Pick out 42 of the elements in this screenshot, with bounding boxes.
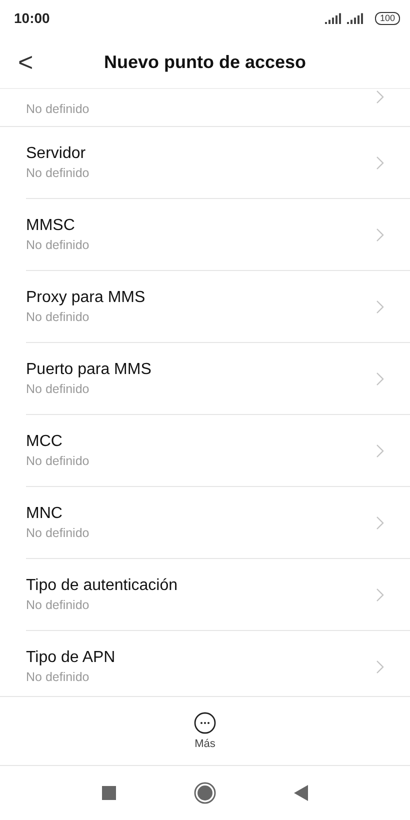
page-title: Nuevo punto de acceso (104, 52, 306, 72)
item-title: Tipo de autenticación (26, 577, 178, 595)
chevron-icon (376, 156, 384, 170)
item-subtitle: No definido (26, 670, 90, 684)
home-icon[interactable] (194, 782, 216, 804)
chevron-icon (376, 300, 384, 314)
item-title: MMSC (26, 217, 76, 235)
chevron-icon (376, 228, 384, 242)
item-subtitle: No definido (26, 382, 90, 396)
item-title: Tipo de APN (26, 649, 116, 667)
item-title: Proxy para MMS (26, 289, 146, 307)
item-subtitle: No definido (26, 526, 90, 540)
status-time: 10:00 (14, 10, 51, 26)
settings-item[interactable]: MCC No definido (26, 415, 410, 487)
item-subtitle: No definido (26, 238, 90, 252)
item-title: MCC (26, 433, 64, 451)
item-subtitle: No definido (26, 166, 90, 180)
item-title: Puerto para MMS (26, 361, 152, 379)
back-icon[interactable] (294, 785, 308, 801)
more-icon (194, 712, 216, 734)
back-button[interactable]: < (18, 49, 34, 75)
chevron-icon (376, 660, 384, 674)
chevron-icon (376, 372, 384, 386)
item-subtitle: No definido (26, 454, 90, 468)
item-subtitle: No definido (26, 102, 90, 116)
chevron-icon (376, 588, 384, 602)
settings-item[interactable]: Puerto para MMS No definido (26, 343, 410, 415)
item-subtitle: No definido (26, 598, 90, 612)
chevron-icon (376, 444, 384, 458)
chevron-icon (376, 516, 384, 530)
settings-item[interactable]: Proxy para MMS No definido (26, 271, 410, 343)
item-title: MNC (26, 505, 64, 523)
settings-item[interactable]: MMSC No definido (26, 199, 410, 271)
settings-item[interactable]: Servidor No definido (26, 127, 410, 199)
battery-icon: 100 (374, 12, 400, 24)
item-subtitle: No definido (26, 310, 90, 324)
settings-item[interactable]: Tipo de autenticación No definido (26, 559, 410, 631)
item-title: Servidor (26, 145, 87, 163)
settings-item[interactable]: MNC No definido (26, 487, 410, 559)
settings-item[interactable]: Tipo de APN No definido (26, 631, 410, 696)
more-button[interactable]: Más (188, 711, 222, 751)
chevron-icon (376, 90, 384, 104)
